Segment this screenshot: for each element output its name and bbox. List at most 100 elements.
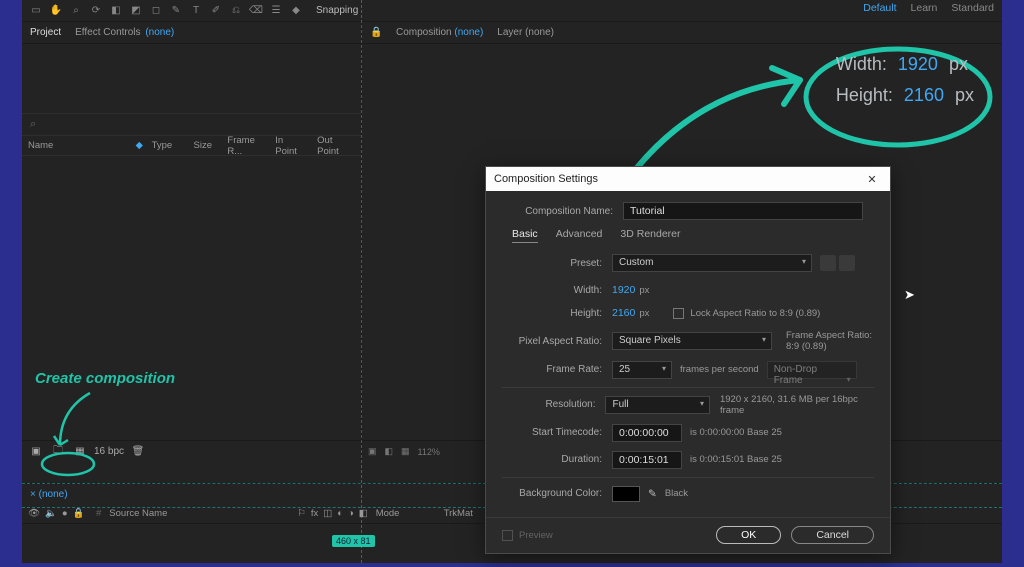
eye-icon[interactable]: 👁 (28, 508, 40, 519)
tab-3d-renderer[interactable]: 3D Renderer (620, 228, 680, 243)
brush-tool-icon[interactable]: ✐ (208, 3, 224, 19)
roto-tool-icon[interactable]: ☰ (268, 3, 284, 19)
dialog-title: Composition Settings (494, 173, 598, 185)
rotate-tool-icon[interactable]: ⟳ (88, 3, 104, 19)
zoom-readout[interactable]: 112% (418, 447, 440, 457)
tab-project[interactable]: Project (30, 27, 61, 38)
type-tool-icon[interactable]: T (188, 3, 204, 19)
timeline-tab-none[interactable]: × (none) (30, 489, 68, 500)
shy-icon[interactable]: ⚐ (297, 508, 306, 519)
shape-tool-icon[interactable]: ◻ (148, 3, 164, 19)
bgcolor-label: Background Color: (502, 488, 602, 499)
tab-composition[interactable]: Composition (none) (396, 27, 483, 38)
resolution-select[interactable]: Full (605, 396, 710, 414)
snapping-toggle[interactable]: Snapping (316, 5, 358, 16)
viewer-icon[interactable]: ▣ (368, 446, 377, 457)
project-search[interactable]: ⌕ (22, 114, 361, 136)
col-type[interactable]: Type (146, 140, 188, 151)
delete-preset-icon[interactable] (839, 255, 855, 271)
tab-advanced[interactable]: Advanced (556, 228, 603, 243)
frame-aspect-value: 8:9 (0.89) (786, 341, 827, 352)
hand-tool-icon[interactable]: ✋ (48, 3, 64, 19)
framerate-select[interactable]: 25 (612, 361, 672, 379)
speaker-icon[interactable]: 🔈 (45, 508, 57, 519)
workspace-default[interactable]: Default (863, 2, 896, 14)
tab-basic[interactable]: Basic (512, 228, 538, 243)
col-mode[interactable]: Mode (376, 508, 436, 519)
workspace-standard[interactable]: Standard (951, 2, 994, 14)
height-unit: px (639, 308, 649, 319)
crop-size-badge: 460 x 81 (332, 535, 375, 547)
zoom-tool-icon[interactable]: ⌕ (68, 3, 84, 19)
col-name[interactable]: Name (22, 140, 130, 151)
frame-aspect-label: Frame Aspect Ratio: (786, 330, 872, 341)
dropframe-select: Non-Drop Frame (767, 361, 857, 379)
motion-blur-icon[interactable]: ◐ (337, 508, 343, 519)
frame-blend-icon[interactable]: ◫ (323, 508, 332, 519)
solo-icon[interactable]: ● (62, 508, 68, 519)
camera-tool-icon[interactable]: ◧ (108, 3, 124, 19)
dialog-titlebar[interactable]: Composition Settings ✕ (486, 167, 890, 191)
preset-select[interactable]: Custom (612, 254, 812, 272)
composition-settings-dialog: Composition Settings ✕ Composition Name:… (485, 166, 891, 554)
width-input[interactable]: 1920 (612, 284, 635, 296)
duration-input[interactable] (612, 451, 682, 469)
start-timecode-label: Start Timecode: (502, 427, 602, 438)
resolution-icon[interactable]: ▦ (401, 446, 410, 457)
channel-icon[interactable]: ◧ (385, 446, 394, 457)
fx-icon[interactable]: fx (311, 508, 318, 519)
close-icon[interactable]: ✕ (862, 173, 882, 186)
col-size[interactable]: Size (188, 140, 222, 151)
col-label-icon[interactable]: ◆ (130, 140, 146, 151)
bgcolor-swatch[interactable] (612, 486, 640, 502)
project-footer: ▣ 🗀 ▦ 16 bpc 🗑 (22, 440, 361, 462)
lock-icon[interactable]: 🔒 (370, 27, 382, 38)
selection-tool-icon[interactable]: ▭ (28, 3, 44, 19)
new-folder-icon[interactable]: 🗀 (50, 444, 66, 460)
workspace-tabs: Default Learn Standard (863, 2, 994, 14)
par-select[interactable]: Square Pixels (612, 332, 772, 350)
comp-name-input[interactable] (623, 202, 863, 220)
tab-layer[interactable]: Layer (none) (497, 27, 554, 38)
pen-tool-icon[interactable]: ✎ (168, 3, 184, 19)
interpret-icon[interactable]: ▣ (28, 444, 44, 460)
save-preset-icon[interactable] (820, 255, 836, 271)
bpc-toggle[interactable]: 16 bpc (94, 446, 124, 457)
clone-tool-icon[interactable]: ⎌ (228, 3, 244, 19)
col-inpoint[interactable]: In Point (269, 135, 311, 157)
comp-panel-tabs: 🔒 Composition (none) Layer (none) (362, 22, 1002, 44)
col-outpoint[interactable]: Out Point (311, 135, 361, 157)
callout-height-unit: px (955, 85, 974, 105)
start-timecode-input[interactable] (612, 424, 682, 442)
preset-label: Preset: (502, 258, 602, 269)
adjust-icon[interactable]: ◑ (348, 508, 354, 519)
ok-button[interactable]: OK (716, 526, 781, 544)
callout-height-value: 2160 (904, 85, 944, 105)
eyedropper-icon[interactable]: ✎ (648, 488, 657, 500)
pan-behind-tool-icon[interactable]: ◩ (128, 3, 144, 19)
mouse-cursor-icon: ➤ (904, 287, 915, 303)
new-comp-icon[interactable]: ▦ (72, 444, 88, 460)
callout-width-unit: px (949, 54, 968, 74)
lock-aspect-checkbox[interactable]: Lock Aspect Ratio to 8:9 (0.89) (673, 308, 820, 319)
col-framerate[interactable]: Frame R... (221, 135, 269, 157)
tab-effect-controls[interactable]: Effect Controls (none) (75, 27, 174, 38)
bgcolor-name: Black (665, 488, 688, 499)
trash-icon[interactable]: 🗑 (130, 444, 146, 460)
comp-name-label: Composition Name: (513, 206, 613, 217)
lock-col-icon[interactable]: 🔒 (73, 508, 85, 519)
cancel-button[interactable]: Cancel (791, 526, 874, 544)
puppet-tool-icon[interactable]: ◆ (288, 3, 304, 19)
callout-width-value: 1920 (898, 54, 938, 74)
eraser-tool-icon[interactable]: ⌫ (248, 3, 264, 19)
start-timecode-info: is 0:00:00:00 Base 25 (690, 427, 782, 438)
width-label: Width: (502, 285, 602, 296)
par-label: Pixel Aspect Ratio: (502, 336, 602, 347)
callout-height-label: Height: (836, 85, 893, 105)
project-panel-tabs: Project Effect Controls (none) (22, 22, 361, 44)
col-source-name[interactable]: Source Name (109, 508, 289, 519)
framerate-label: Frame Rate: (502, 364, 602, 375)
framerate-per: frames per second (680, 364, 759, 375)
workspace-learn[interactable]: Learn (911, 2, 938, 14)
height-input[interactable]: 2160 (612, 307, 635, 319)
